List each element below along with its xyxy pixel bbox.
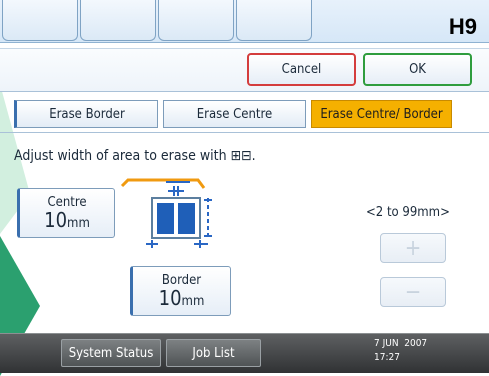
- tab-erase-centre-border[interactable]: Erase Centre/ Border: [311, 100, 452, 128]
- tab-erase-centre[interactable]: Erase Centre: [163, 100, 306, 128]
- time-text: 17:27: [374, 352, 400, 363]
- date-text: 7 JUN 2007: [374, 338, 428, 349]
- date-time: 7 JUN 2007 17:27: [374, 337, 427, 365]
- border-value-line: 10mm: [159, 288, 205, 309]
- job-list-button[interactable]: Job List: [166, 339, 261, 367]
- top-tab-strip: H9: [0, 0, 489, 43]
- page-erase-diagram-icon: [120, 178, 212, 248]
- cancel-button[interactable]: Cancel: [247, 53, 356, 86]
- minus-icon: −: [404, 279, 422, 305]
- top-tab-2[interactable]: [80, 0, 156, 41]
- divider: [0, 132, 489, 133]
- centre-value-line: 10mm: [44, 210, 90, 231]
- plus-button[interactable]: +: [380, 233, 446, 263]
- centre-width-button[interactable]: Centre 10mm: [17, 188, 115, 238]
- system-status-button[interactable]: System Status: [61, 339, 161, 367]
- instruction-text: Adjust width of area to erase with ⊞⊟.: [14, 148, 256, 164]
- top-tab-4[interactable]: [236, 0, 312, 41]
- corner-label: H9: [448, 14, 477, 39]
- border-unit: mm: [181, 294, 205, 309]
- top-tab-1[interactable]: [2, 0, 78, 41]
- minus-button[interactable]: −: [380, 277, 446, 307]
- border-width-button[interactable]: Border 10mm: [130, 266, 231, 316]
- centre-value: 10: [44, 208, 68, 232]
- range-text: <2 to 99mm>: [366, 205, 450, 220]
- plus-icon: +: [404, 235, 422, 261]
- centre-unit: mm: [67, 216, 90, 231]
- tab-erase-border[interactable]: Erase Border: [14, 100, 158, 128]
- ok-button[interactable]: OK: [363, 53, 472, 86]
- top-tab-3[interactable]: [158, 0, 234, 41]
- border-value: 10: [158, 286, 182, 310]
